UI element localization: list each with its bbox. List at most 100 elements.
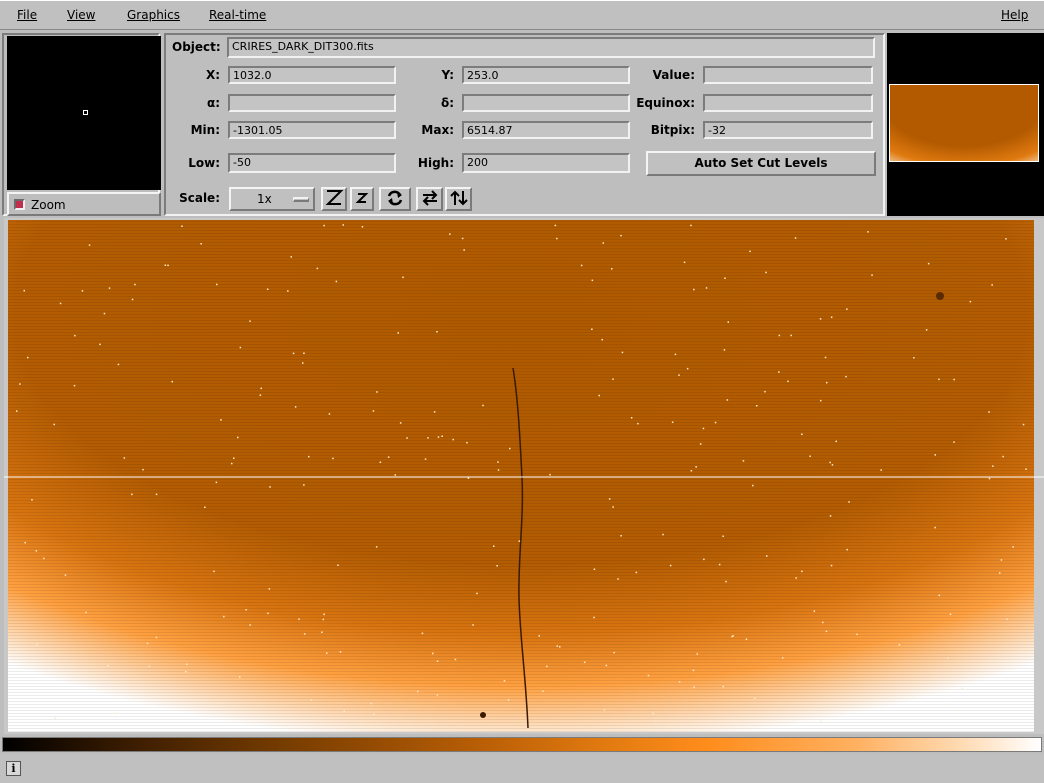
hot-pixel — [695, 466, 697, 468]
menu-realtime[interactable]: Real-time — [209, 8, 266, 22]
hot-pixel — [598, 394, 600, 397]
zoom-cursor-marker — [83, 110, 88, 115]
hot-pixel — [372, 410, 375, 412]
hot-pixel — [23, 289, 25, 292]
min-field[interactable]: -1301.05 — [228, 121, 396, 139]
object-field[interactable]: CRIRES_DARK_DIT300.fits — [227, 37, 875, 58]
hot-pixel — [290, 256, 292, 258]
hot-pixel — [376, 391, 378, 393]
hot-pixel — [617, 578, 619, 580]
auto-set-cut-levels-button[interactable]: Auto Set Cut Levels — [646, 151, 876, 176]
menu-file[interactable]: File — [17, 8, 37, 22]
hot-pixel — [593, 616, 595, 619]
hot-pixel — [686, 367, 689, 370]
hot-pixel — [988, 477, 991, 480]
hot-pixel — [186, 663, 188, 666]
hot-pixel — [999, 572, 1001, 574]
hot-pixel — [546, 665, 548, 668]
hot-pixel — [326, 652, 328, 654]
hot-pixel — [303, 484, 305, 486]
hot-pixel — [167, 264, 169, 267]
hot-pixel — [871, 274, 873, 276]
value-label: Value: — [652, 68, 695, 82]
info-panel: Object: CRIRES_DARK_DIT300.fits X: 1032.… — [164, 33, 885, 216]
hot-pixel — [724, 277, 726, 279]
colorbar[interactable] — [2, 737, 1042, 752]
hot-pixel — [441, 435, 443, 437]
fits-image[interactable] — [4, 218, 1044, 734]
flip-x-button[interactable] — [416, 187, 443, 211]
menu-view[interactable]: View — [67, 8, 95, 22]
hot-pixel — [185, 671, 187, 673]
max-field[interactable]: 6514.87 — [462, 121, 630, 139]
dust-spot — [480, 712, 486, 718]
hot-pixel — [722, 535, 724, 537]
hot-pixel — [339, 651, 342, 653]
info-icon[interactable]: i — [6, 761, 21, 776]
hot-pixel — [603, 709, 606, 711]
hot-pixel — [323, 613, 325, 616]
delta-field[interactable] — [462, 94, 630, 112]
hot-pixel — [1005, 238, 1007, 240]
hot-pixel — [703, 558, 705, 561]
hot-pixel — [310, 699, 313, 701]
hot-pixel — [98, 689, 100, 691]
pan-panel[interactable] — [887, 33, 1044, 216]
hot-pixel — [134, 283, 136, 286]
flip-x-icon — [422, 190, 437, 206]
hot-pixel — [482, 404, 484, 407]
hot-pixel — [496, 565, 498, 567]
zoom-panel: Zoom — [2, 33, 161, 216]
zoom-out-icon — [355, 193, 369, 203]
hot-pixel — [934, 526, 936, 529]
equinox-field[interactable] — [703, 94, 873, 112]
rotate-button[interactable] — [379, 187, 411, 211]
zoom-toggle[interactable]: Zoom — [7, 192, 161, 216]
hot-pixel — [503, 680, 506, 682]
hot-pixel — [830, 316, 833, 318]
hot-pixel — [678, 681, 681, 683]
menu-graphics[interactable]: Graphics — [127, 8, 180, 22]
zoom-checkbox[interactable] — [14, 199, 25, 210]
high-field[interactable]: 200 — [462, 153, 630, 173]
hot-pixel — [612, 378, 614, 380]
hot-pixel — [294, 406, 297, 408]
hot-pixel — [103, 312, 106, 315]
hot-pixel — [424, 458, 427, 460]
menu-help[interactable]: Help — [1001, 8, 1028, 22]
hot-pixel — [778, 371, 780, 373]
rotate-icon — [387, 190, 403, 206]
hot-pixel — [220, 419, 222, 421]
hot-pixel — [611, 268, 613, 270]
alpha-field[interactable] — [228, 94, 396, 112]
zoom-in-button[interactable] — [321, 187, 347, 211]
hot-pixel — [303, 352, 305, 354]
hot-pixel — [988, 411, 990, 413]
pan-thumbnail[interactable] — [889, 84, 1039, 162]
hot-pixel — [637, 422, 639, 425]
hot-pixel — [613, 651, 615, 654]
scale-menu[interactable]: 1x — [229, 187, 315, 211]
hot-pixel — [794, 237, 797, 239]
zoom-out-button[interactable] — [350, 187, 374, 211]
hot-pixel — [542, 690, 544, 692]
hot-pixel — [332, 457, 334, 460]
zoom-view[interactable] — [7, 36, 161, 190]
flip-y-button[interactable] — [445, 187, 472, 211]
hot-pixel — [699, 443, 702, 445]
image-display[interactable] — [4, 218, 1044, 734]
hot-pixel — [53, 423, 55, 426]
low-field[interactable]: -50 — [228, 153, 396, 173]
hot-pixel — [647, 674, 650, 677]
equinox-label: Equinox: — [636, 96, 695, 110]
hot-pixel — [449, 233, 451, 235]
hot-pixel — [316, 267, 319, 270]
y-field[interactable]: 253.0 — [462, 66, 630, 84]
bitpix-field[interactable]: -32 — [703, 121, 873, 139]
hot-pixel — [259, 394, 262, 396]
hot-pixel — [752, 484, 754, 487]
hot-pixel — [81, 290, 84, 292]
x-field[interactable]: 1032.0 — [228, 66, 396, 84]
hot-pixel — [260, 387, 262, 390]
value-field[interactable] — [703, 66, 873, 84]
